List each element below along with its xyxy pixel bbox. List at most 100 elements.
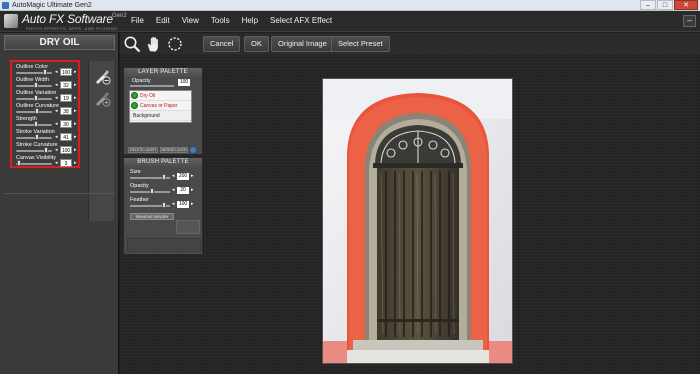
layer-info-icon[interactable] <box>190 147 196 153</box>
slider-knob[interactable] <box>35 108 39 114</box>
slider-outline-variation[interactable]: Outline Variation ◂ 19 ▸ <box>16 90 78 103</box>
slider-value[interactable]: 3 <box>60 159 72 167</box>
slider-label: Stroke Curvature <box>16 142 58 148</box>
slider-stroke-variation[interactable]: Stroke Variation ◂ 41 ▸ <box>16 129 78 142</box>
menu-view[interactable]: View <box>176 16 205 25</box>
menu-select-afx-effect[interactable]: Select AFX Effect <box>264 16 338 25</box>
slider-outline-width[interactable]: Outline Width ◂ 32 ▸ <box>16 77 78 90</box>
layer-opacity-slider[interactable]: Opacity 100 <box>126 78 202 88</box>
decrement-arrow-icon[interactable]: ◂ <box>55 120 58 128</box>
increment-arrow-icon[interactable]: ▸ <box>191 173 194 179</box>
increment-arrow-icon[interactable]: ▸ <box>74 120 77 128</box>
layer-visibility-icon[interactable] <box>131 92 138 99</box>
decrement-arrow-icon[interactable]: ◂ <box>55 133 58 141</box>
slider-value[interactable]: 20 <box>177 187 189 194</box>
slider-value[interactable]: 100 <box>60 146 72 154</box>
menu-edit[interactable]: Edit <box>150 16 176 25</box>
increment-arrow-icon[interactable]: ▸ <box>191 187 194 193</box>
panel-divider <box>4 193 115 194</box>
layer-palette-title: LAYER PALETTE <box>124 68 202 77</box>
decrement-arrow-icon[interactable]: ◂ <box>55 107 58 115</box>
slider-value[interactable]: 100 <box>177 201 189 208</box>
window-controls: – □ ✕ <box>640 0 698 10</box>
zoom-icon[interactable] <box>123 35 141 53</box>
layer-item[interactable]: Dry Oil <box>130 91 191 101</box>
slider-value[interactable]: 200 <box>177 173 189 180</box>
slider-track[interactable] <box>16 137 52 139</box>
decrement-arrow-icon[interactable]: ◂ <box>55 94 58 102</box>
slider-value[interactable]: 19 <box>60 94 72 102</box>
slider-track[interactable] <box>16 163 52 165</box>
rotate-icon[interactable] <box>166 35 184 53</box>
slider-value[interactable]: 38 <box>60 107 72 115</box>
slider-track[interactable] <box>130 85 174 87</box>
decrement-arrow-icon[interactable]: ◂ <box>172 201 175 207</box>
increment-arrow-icon[interactable]: ▸ <box>74 107 77 115</box>
increment-arrow-icon[interactable]: ▸ <box>74 94 77 102</box>
slider-value[interactable]: 32 <box>60 81 72 89</box>
decrement-arrow-icon[interactable]: ◂ <box>172 187 175 193</box>
decrement-arrow-icon[interactable]: ◂ <box>172 173 175 179</box>
layer-visibility-icon[interactable] <box>131 102 138 109</box>
brush-tools <box>88 61 114 221</box>
slider-knob[interactable] <box>17 160 21 166</box>
app-logo: Auto FX Software Gen2 PHOTO EFFECTS, APP… <box>4 12 127 32</box>
layer-item-background[interactable]: Background <box>130 111 191 121</box>
original-image-button[interactable]: Original Image <box>271 36 334 52</box>
slider-knob[interactable] <box>150 188 154 194</box>
layer-palette: LAYER PALETTE Opacity 100 Dry Oil Canvas… <box>123 67 203 155</box>
brush-minus-icon[interactable] <box>93 67 111 85</box>
slider-knob[interactable] <box>43 69 47 75</box>
slider-value[interactable]: 100 <box>60 68 72 76</box>
decrement-arrow-icon[interactable]: ◂ <box>55 159 58 167</box>
increment-arrow-icon[interactable]: ▸ <box>74 159 77 167</box>
increment-arrow-icon[interactable]: ▸ <box>191 201 194 207</box>
menu-file[interactable]: File <box>125 16 150 25</box>
menu-tools[interactable]: Tools <box>205 16 236 25</box>
delete-layer-button[interactable]: DELETE LAYER <box>128 147 158 153</box>
increment-arrow-icon[interactable]: ▸ <box>74 68 77 76</box>
opacity-value[interactable]: 100 <box>178 79 190 86</box>
slider-track[interactable] <box>16 111 52 113</box>
slider-knob[interactable] <box>44 147 48 153</box>
slider-brush-opacity[interactable]: Opacity ◂ 20 ▸ <box>130 183 202 196</box>
slider-label: Outline Width <box>16 77 50 83</box>
brush-size-presets[interactable] <box>127 238 201 252</box>
decrement-arrow-icon[interactable]: ◂ <box>55 68 58 76</box>
slider-outline-curvature[interactable]: Outline Curvature ◂ 38 ▸ <box>16 103 78 116</box>
slider-brush-size[interactable]: Size ◂ 200 ▸ <box>130 169 202 182</box>
slider-brush-feather[interactable]: Feather ◂ 100 ▸ <box>130 197 202 210</box>
slider-canvas-visibility[interactable]: Canvas Visibility ◂ 3 ▸ <box>16 155 78 168</box>
slider-stroke-curvature[interactable]: Stroke Curvature ◂ 100 ▸ <box>16 142 78 155</box>
menu-help[interactable]: Help <box>236 16 264 25</box>
slider-value[interactable]: 41 <box>60 133 72 141</box>
app-icon <box>2 2 9 9</box>
minimize-button[interactable]: – <box>640 0 656 10</box>
cancel-button[interactable]: Cancel <box>203 36 241 52</box>
slider-knob[interactable] <box>35 134 39 140</box>
slider-knob[interactable] <box>34 121 38 127</box>
merge-layer-button[interactable]: MERGE LAYER <box>160 147 188 153</box>
select-preset-button[interactable]: Select Preset <box>331 36 390 52</box>
close-button[interactable]: ✕ <box>674 0 698 10</box>
slider-knob[interactable] <box>34 82 38 88</box>
collapse-button[interactable]: – <box>683 15 696 27</box>
brush-plus-icon[interactable] <box>93 89 111 107</box>
slider-strength[interactable]: Strength ◂ 30 ▸ <box>16 116 78 129</box>
ok-button[interactable]: OK <box>244 36 269 52</box>
hand-icon[interactable] <box>145 35 163 53</box>
increment-arrow-icon[interactable]: ▸ <box>74 146 77 154</box>
slider-knob[interactable] <box>162 202 166 208</box>
remove-brush-button[interactable]: REMOVE BRUSH <box>130 213 174 220</box>
slider-outline-color[interactable]: Outline Color ◂ 100 ▸ <box>16 64 78 77</box>
decrement-arrow-icon[interactable]: ◂ <box>55 146 58 154</box>
decrement-arrow-icon[interactable]: ◂ <box>55 81 58 89</box>
slider-value[interactable]: 30 <box>60 120 72 128</box>
slider-knob[interactable] <box>162 174 166 180</box>
maximize-button[interactable]: □ <box>657 0 673 10</box>
increment-arrow-icon[interactable]: ▸ <box>74 81 77 89</box>
layer-item[interactable]: Canvas or Paper <box>130 101 191 111</box>
image-canvas[interactable] <box>322 78 513 364</box>
slider-knob[interactable] <box>34 95 38 101</box>
increment-arrow-icon[interactable]: ▸ <box>74 133 77 141</box>
